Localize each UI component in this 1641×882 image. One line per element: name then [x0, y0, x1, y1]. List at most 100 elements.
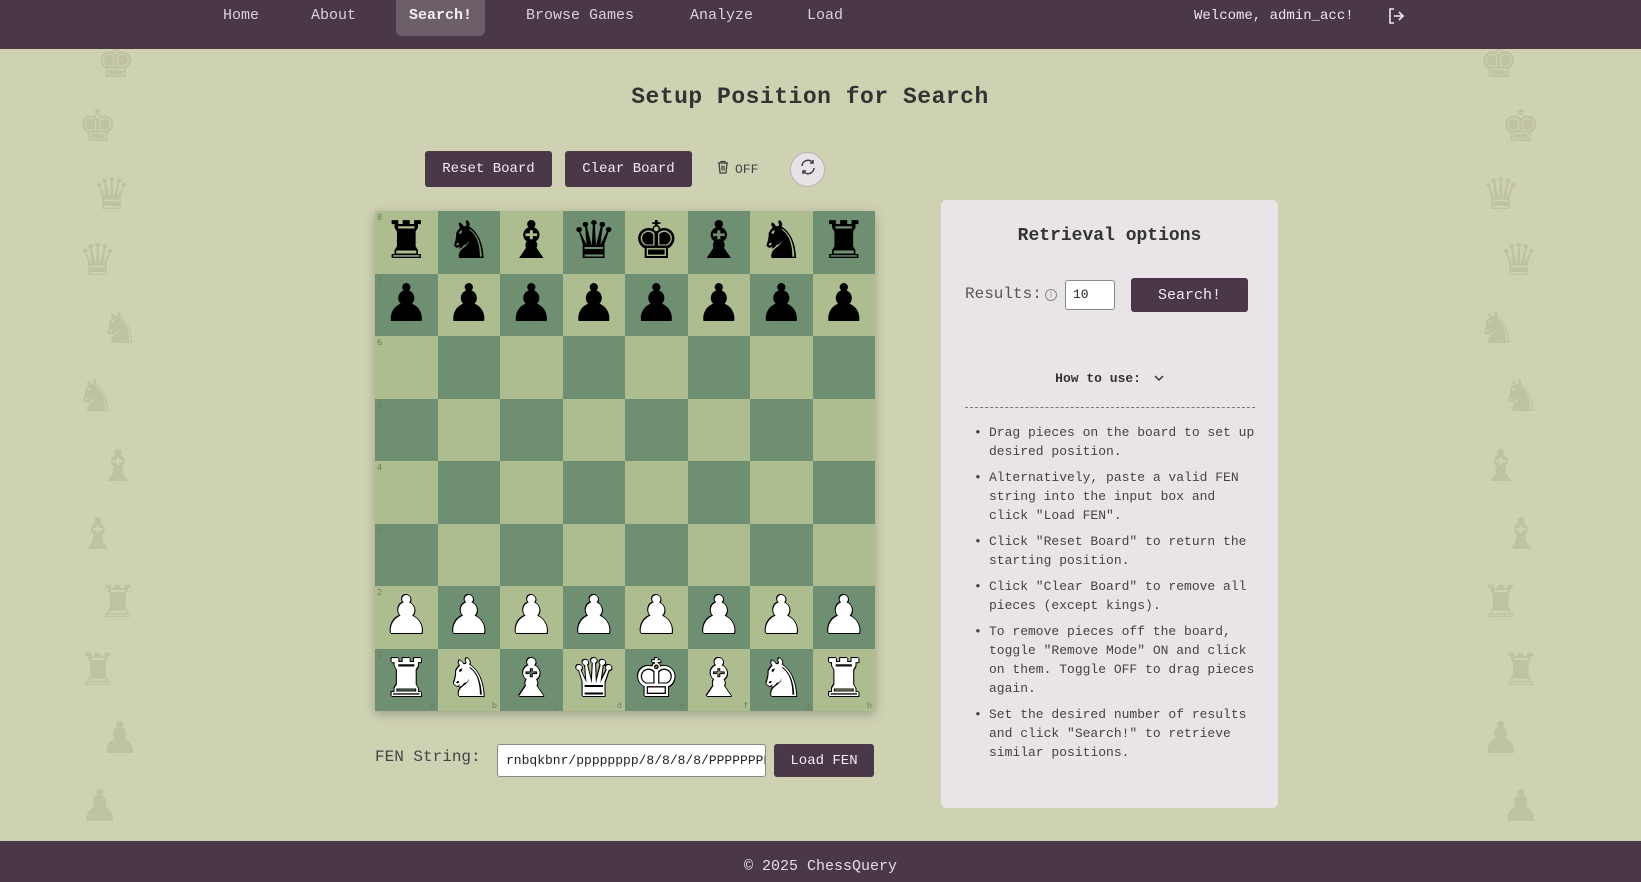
black-king-icon[interactable]: ♚	[625, 211, 688, 274]
square-c6[interactable]	[500, 336, 563, 399]
black-pawn-icon[interactable]: ♟	[688, 274, 751, 337]
clear-board-button[interactable]: Clear Board	[565, 151, 692, 187]
white-pawn-icon[interactable]: ♟	[750, 586, 813, 649]
square-e5[interactable]	[625, 398, 688, 461]
remove-mode-toggle[interactable]: OFF	[717, 160, 758, 178]
nav-about[interactable]: About	[298, 0, 369, 36]
flip-board-button[interactable]	[790, 152, 825, 187]
square-a1[interactable]: ♜ 1 a	[375, 648, 438, 712]
square-a3[interactable]: 3	[375, 523, 438, 586]
square-e1[interactable]: ♚ e	[625, 648, 688, 712]
white-bishop-icon[interactable]: ♝	[500, 649, 563, 712]
reset-board-button[interactable]: Reset Board	[425, 151, 552, 187]
square-c2[interactable]: ♟	[500, 586, 563, 649]
square-h4[interactable]	[812, 461, 875, 524]
white-pawn-icon[interactable]: ♟	[625, 586, 688, 649]
square-b7[interactable]: ♟	[437, 273, 500, 336]
square-h3[interactable]	[812, 523, 875, 586]
square-g5[interactable]	[750, 398, 813, 461]
white-knight-icon[interactable]: ♞	[438, 649, 501, 712]
square-f2[interactable]: ♟	[687, 586, 750, 649]
logout-icon[interactable]	[1387, 7, 1405, 25]
square-a4[interactable]: 4	[375, 461, 438, 524]
square-g3[interactable]	[750, 523, 813, 586]
white-queen-icon[interactable]: ♛	[563, 649, 626, 712]
square-c5[interactable]	[500, 398, 563, 461]
black-knight-icon[interactable]: ♞	[750, 211, 813, 274]
square-b2[interactable]: ♟	[437, 586, 501, 649]
nav-load[interactable]: Load	[794, 0, 856, 36]
square-e7[interactable]: ♟	[625, 273, 688, 337]
white-bishop-icon[interactable]: ♝	[688, 649, 751, 712]
square-h7[interactable]: ♟	[812, 273, 876, 337]
square-g4[interactable]	[750, 461, 813, 524]
square-a2[interactable]: ♟ 2	[375, 586, 438, 649]
load-fen-button[interactable]: Load FEN	[774, 744, 874, 777]
square-d2[interactable]: ♟	[562, 586, 626, 649]
square-g8[interactable]: ♞	[750, 211, 813, 274]
white-pawn-icon[interactable]: ♟	[375, 586, 438, 649]
square-f8[interactable]: ♝	[687, 211, 751, 274]
white-rook-icon[interactable]: ♜	[813, 649, 876, 712]
square-h5[interactable]	[812, 398, 875, 461]
square-d4[interactable]	[562, 461, 625, 524]
square-f1[interactable]: ♝ f	[687, 648, 751, 712]
square-h6[interactable]	[812, 336, 875, 399]
info-icon[interactable]: i	[1045, 289, 1057, 301]
black-pawn-icon[interactable]: ♟	[625, 274, 688, 337]
square-e4[interactable]	[625, 461, 688, 524]
square-d3[interactable]	[562, 523, 625, 586]
square-g7[interactable]: ♟	[750, 273, 813, 337]
square-f7[interactable]: ♟	[687, 273, 751, 337]
black-bishop-icon[interactable]: ♝	[500, 211, 563, 274]
square-f6[interactable]	[687, 336, 750, 399]
white-knight-icon[interactable]: ♞	[750, 649, 813, 712]
black-rook-icon[interactable]: ♜	[375, 211, 438, 274]
white-pawn-icon[interactable]: ♟	[813, 586, 876, 649]
search-button[interactable]: Search!	[1131, 278, 1248, 312]
black-queen-icon[interactable]: ♛	[563, 211, 626, 274]
white-king-icon[interactable]: ♚	[625, 649, 688, 712]
black-bishop-icon[interactable]: ♝	[688, 211, 751, 274]
square-d1[interactable]: ♛ d	[562, 648, 626, 712]
square-b8[interactable]: ♞	[437, 211, 501, 274]
square-b3[interactable]	[437, 523, 500, 586]
square-c3[interactable]	[500, 523, 563, 586]
square-a5[interactable]: 5	[375, 398, 438, 461]
black-knight-icon[interactable]: ♞	[438, 211, 501, 274]
square-c8[interactable]: ♝	[500, 211, 563, 274]
square-a6[interactable]: 6	[375, 336, 438, 399]
square-b4[interactable]	[437, 461, 500, 524]
square-e8[interactable]: ♚	[625, 211, 688, 274]
nav-browse-games[interactable]: Browse Games	[513, 0, 647, 36]
black-pawn-icon[interactable]: ♟	[563, 274, 626, 337]
square-b6[interactable]	[437, 336, 500, 399]
square-h1[interactable]: ♜ h	[812, 648, 876, 712]
chess-board[interactable]: ♜ 8 ♞ ♝ ♛ ♚ ♝ ♞ ♜ ♟ 7 ♟ ♟ ♟ ♟ ♟ ♟ ♟ 6 5 4 3 ♟ 2 ♟ ♟ ♟ ♟ ♟ ♟ ♟ ♜ 1 a ♞ b ♝ c ♛ d…	[375, 211, 875, 711]
square-f3[interactable]	[687, 523, 750, 586]
square-a8[interactable]: ♜ 8	[375, 211, 438, 274]
white-rook-icon[interactable]: ♜	[375, 649, 438, 712]
black-pawn-icon[interactable]: ♟	[750, 274, 813, 337]
nav-search[interactable]: Search!	[396, 0, 486, 36]
white-pawn-icon[interactable]: ♟	[500, 586, 563, 649]
square-h8[interactable]: ♜	[812, 211, 876, 274]
white-pawn-icon[interactable]: ♟	[563, 586, 626, 649]
white-pawn-icon[interactable]: ♟	[438, 586, 501, 649]
square-c4[interactable]	[500, 461, 563, 524]
square-d8[interactable]: ♛	[562, 211, 626, 274]
square-e3[interactable]	[625, 523, 688, 586]
square-g1[interactable]: ♞ g	[750, 648, 813, 712]
results-input[interactable]: 10	[1065, 280, 1115, 310]
black-pawn-icon[interactable]: ♟	[500, 274, 563, 337]
square-d6[interactable]	[562, 336, 625, 399]
square-d7[interactable]: ♟	[562, 273, 626, 337]
square-h2[interactable]: ♟	[812, 586, 876, 649]
square-f5[interactable]	[687, 398, 750, 461]
nav-home[interactable]: Home	[210, 0, 272, 36]
square-b5[interactable]	[437, 398, 500, 461]
black-pawn-icon[interactable]: ♟	[813, 274, 876, 337]
black-pawn-icon[interactable]: ♟	[375, 274, 438, 337]
square-g2[interactable]: ♟	[750, 586, 813, 649]
black-rook-icon[interactable]: ♜	[813, 211, 876, 274]
